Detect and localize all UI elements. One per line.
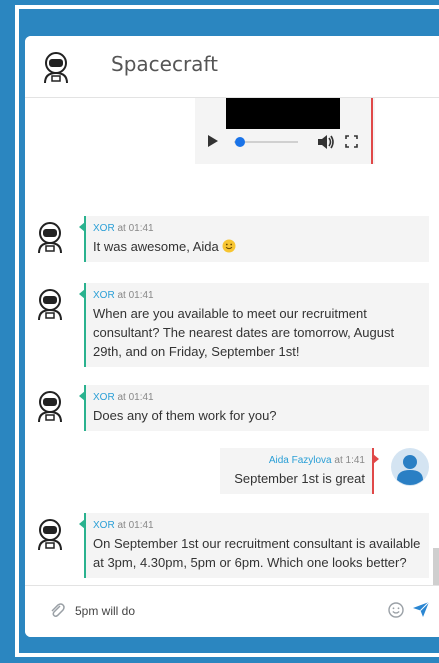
message-meta: XOR at 01:41 xyxy=(93,289,421,303)
message-at: at xyxy=(334,455,343,466)
paperclip-icon[interactable] xyxy=(49,601,65,619)
outgoing-accent-bar xyxy=(371,98,373,164)
astronaut-avatar-icon xyxy=(44,52,68,84)
play-icon[interactable] xyxy=(207,134,219,148)
message-meta: XOR at 01:41 xyxy=(93,222,421,236)
message-time: 01:41 xyxy=(128,520,154,531)
message-text: Does any of them work for you? xyxy=(93,408,277,423)
message-meta: XOR at 01:41 xyxy=(93,519,421,533)
fullscreen-icon[interactable] xyxy=(345,135,358,148)
message-text: September 1st is great xyxy=(234,471,365,486)
message-bubble: XOR at 01:41 Does any of them work for y… xyxy=(79,385,429,431)
message-text: It was awesome, Aida xyxy=(93,237,421,256)
message-at: at xyxy=(117,290,126,301)
chat-window: Spacecraft XOR at 01:41 It was awesome, … xyxy=(25,36,439,637)
message-bubble: XOR at 01:41 On September 1st our recrui… xyxy=(79,513,429,578)
message-time: 01:41 xyxy=(128,290,154,301)
message-author[interactable]: Aida Fazylova xyxy=(269,455,332,466)
message-text: On September 1st our recruitment consult… xyxy=(93,536,421,570)
message-time: 1:41 xyxy=(345,455,365,466)
astronaut-avatar-icon xyxy=(38,391,62,423)
message-at: at xyxy=(117,223,126,234)
message-at: at xyxy=(117,392,126,403)
message-meta: Aida Fazylova at 1:41 xyxy=(228,454,365,468)
user-avatar-icon xyxy=(391,448,429,486)
composer-bar xyxy=(25,585,439,637)
emoji-icon[interactable] xyxy=(388,602,404,618)
message-time: 01:41 xyxy=(128,392,154,403)
chat-header: Spacecraft xyxy=(25,36,439,98)
video-player[interactable] xyxy=(195,98,375,164)
message-at: at xyxy=(117,520,126,531)
message-list[interactable]: XOR at 01:41 It was awesome, Aida XOR at… xyxy=(25,98,439,628)
message-text: When are you available to meet our recru… xyxy=(93,306,395,359)
message-bubble: XOR at 01:41 It was awesome, Aida xyxy=(79,216,429,262)
message-meta: XOR at 01:41 xyxy=(93,391,421,405)
astronaut-avatar-icon xyxy=(38,289,62,321)
video-progress-handle[interactable] xyxy=(235,137,245,147)
message-input[interactable] xyxy=(75,600,375,622)
message-author[interactable]: XOR xyxy=(93,520,115,531)
smile-emoji-icon xyxy=(222,239,236,253)
message-bubble-outgoing: Aida Fazylova at 1:41 September 1st is g… xyxy=(220,448,379,494)
send-icon[interactable] xyxy=(412,601,430,618)
message-author[interactable]: XOR xyxy=(93,392,115,403)
astronaut-avatar-icon xyxy=(38,222,62,254)
message-author[interactable]: XOR xyxy=(93,290,115,301)
astronaut-avatar-icon xyxy=(38,519,62,551)
message-author[interactable]: XOR xyxy=(93,223,115,234)
message-time: 01:41 xyxy=(128,223,154,234)
message-text-content: It was awesome, Aida xyxy=(93,239,219,254)
chat-title: Spacecraft xyxy=(111,52,218,76)
video-frame[interactable] xyxy=(226,98,340,129)
volume-icon[interactable] xyxy=(317,134,335,150)
message-bubble: XOR at 01:41 When are you available to m… xyxy=(79,283,429,367)
